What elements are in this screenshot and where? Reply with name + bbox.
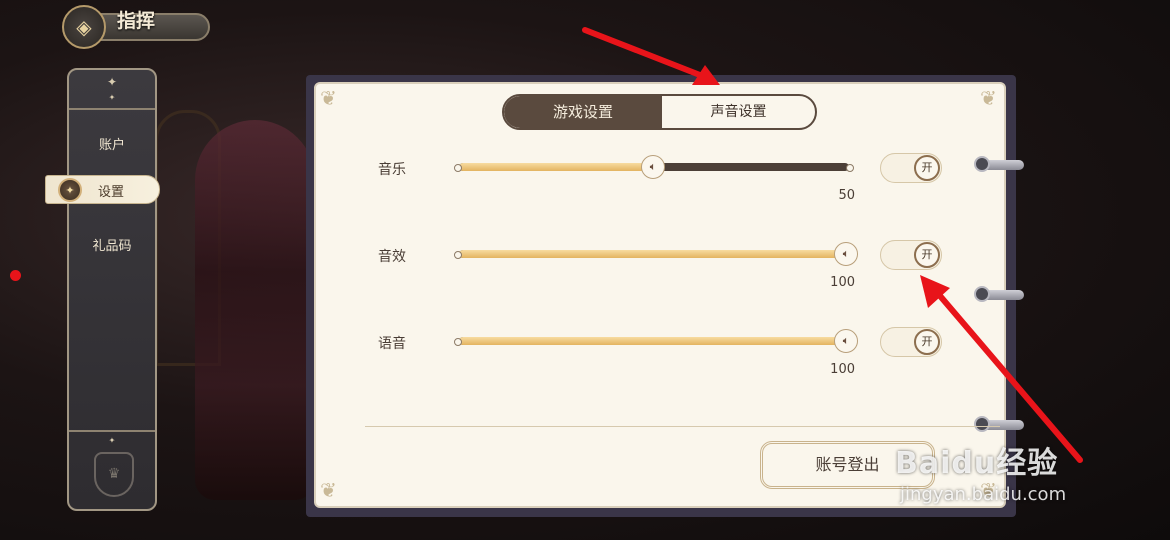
voice-volume-value: 100 xyxy=(830,362,855,377)
sparkle-icon: ✦ xyxy=(108,93,116,102)
corner-ornament-icon: ❦ xyxy=(320,478,337,502)
voice-volume-slider[interactable]: 🔈︎ xyxy=(454,329,858,353)
page-title: 指挥 xyxy=(117,10,156,32)
sfx-toggle[interactable]: 开 xyxy=(880,240,942,270)
annotation-dot xyxy=(10,270,21,281)
music-volume-slider[interactable]: 🔈︎ xyxy=(454,155,854,179)
guild-crest-icon: ♛ xyxy=(94,452,134,497)
volume-knob-icon[interactable]: 🔈︎ xyxy=(834,329,858,353)
music-volume-value: 50 xyxy=(838,188,855,203)
sfx-label: 音效 xyxy=(378,249,406,265)
sfx-volume-slider[interactable]: 🔈︎ xyxy=(454,242,858,266)
music-toggle-knob: 开 xyxy=(914,155,940,181)
annotation-arrow-icon xyxy=(582,27,720,85)
settings-tabs: 游戏设置 声音设置 xyxy=(502,94,817,130)
sidebar-divider xyxy=(69,430,155,432)
panel-divider xyxy=(365,426,1000,427)
watermark: Baidu经验 jingyan.baidu.com xyxy=(895,438,1066,505)
tab-game-settings[interactable]: 游戏设置 xyxy=(504,96,662,128)
volume-knob-icon[interactable]: 🔈︎ xyxy=(641,155,665,179)
background-character xyxy=(195,120,315,500)
music-label: 音乐 xyxy=(378,162,406,178)
watermark-brand: Baidu经验 xyxy=(895,446,1059,481)
sfx-volume-value: 100 xyxy=(830,275,855,290)
watermark-url: jingyan.baidu.com xyxy=(900,484,1067,505)
settings-emblem-icon: ✦ xyxy=(58,178,82,202)
sparkle-icon: ✦ xyxy=(108,436,116,445)
sidebar-item-account[interactable]: 账户 xyxy=(69,134,155,153)
sfx-toggle-knob: 开 xyxy=(914,242,940,268)
tab-sound-settings[interactable]: 声音设置 xyxy=(662,96,815,128)
sparkle-icon: ✦ xyxy=(106,75,118,89)
sidebar-item-gift-code[interactable]: 礼品码 xyxy=(69,235,155,254)
music-toggle[interactable]: 开 xyxy=(880,153,942,183)
sidebar-divider xyxy=(69,108,155,110)
voice-label: 语音 xyxy=(378,336,406,352)
volume-knob-icon[interactable]: 🔈︎ xyxy=(834,242,858,266)
binder-ring xyxy=(974,156,1024,172)
corner-ornament-icon: ❦ xyxy=(980,86,997,110)
sidebar: ✦ ✦ 账户 礼品码 ✦ ♛ xyxy=(67,68,157,511)
command-emblem-icon[interactable]: ◈ xyxy=(62,5,106,49)
sidebar-item-settings-label: 设置 xyxy=(98,185,125,200)
corner-ornament-icon: ❦ xyxy=(320,86,337,110)
